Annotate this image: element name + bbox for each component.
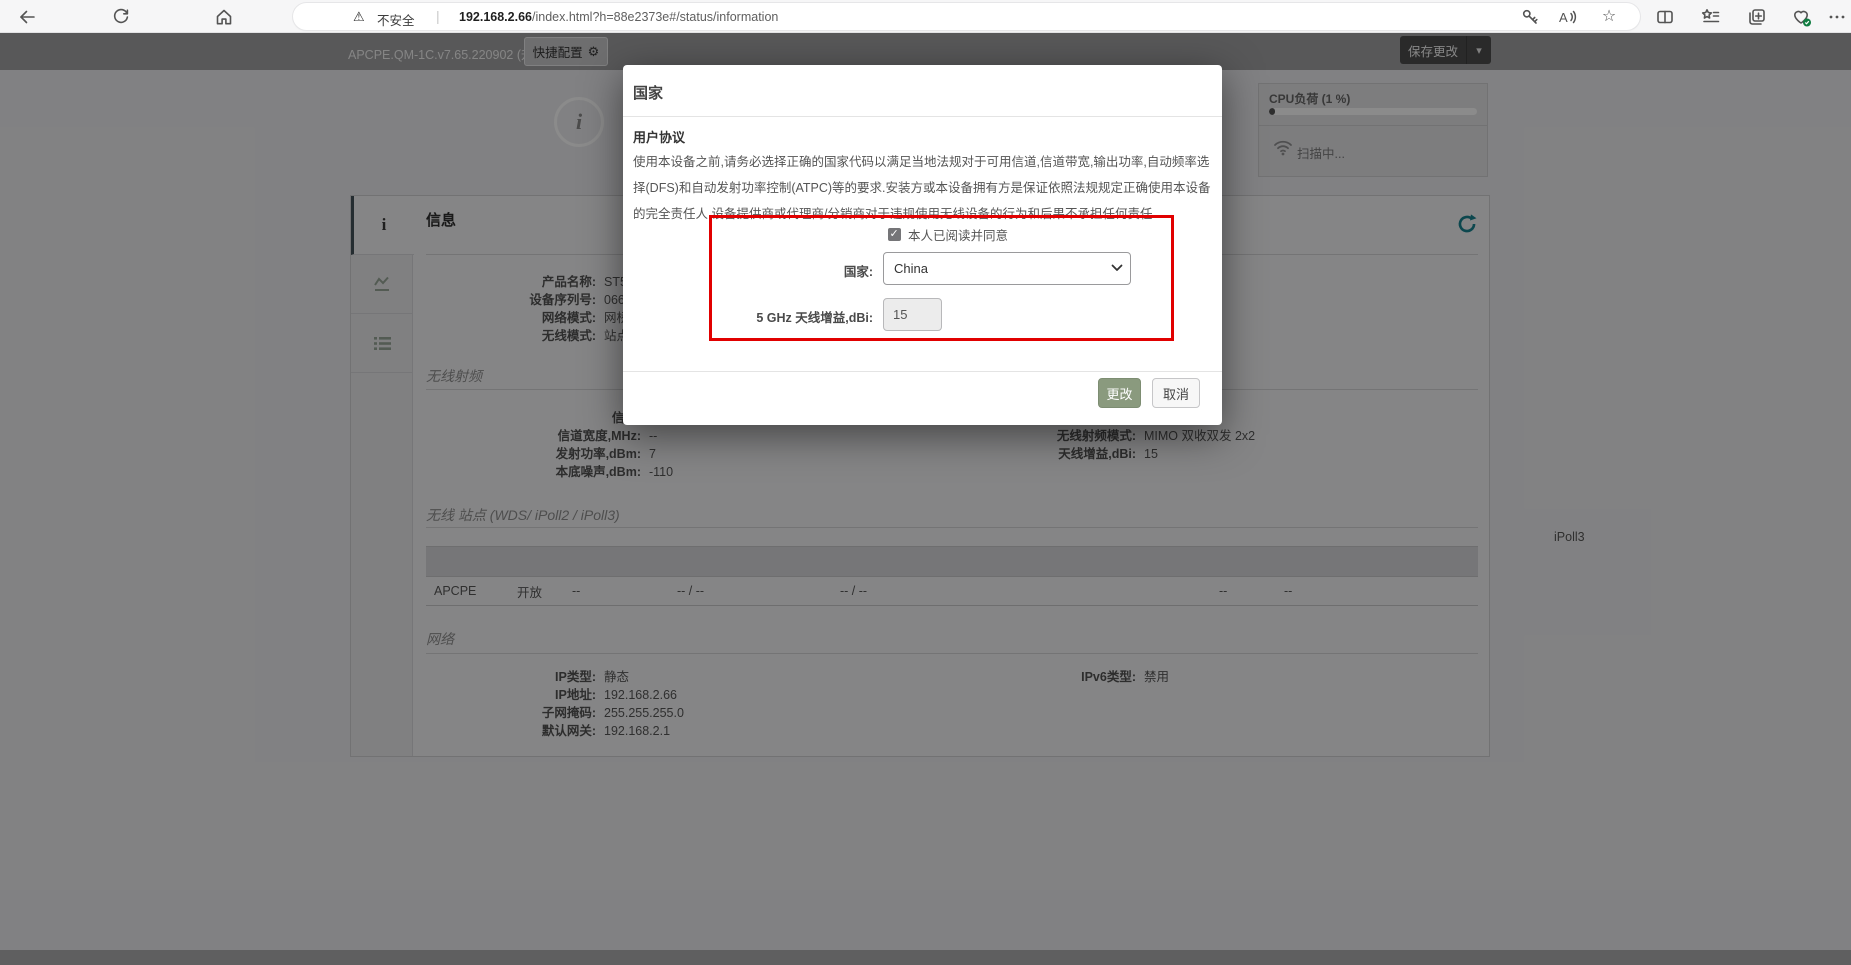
- dialog-header: 国家: [623, 65, 1222, 117]
- highlight-red-box: 本人已阅读并同意 国家: China 5 GHz 天线增益,dBi:: [709, 215, 1174, 341]
- read-aloud-button[interactable]: A: [1554, 4, 1580, 30]
- browser-toolbar: ⚠ 不安全 | 192.168.2.66/index.html?h=88e237…: [0, 0, 1851, 33]
- cancel-button[interactable]: 取消: [1152, 378, 1200, 408]
- antenna-gain-label: 5 GHz 天线增益,dBi:: [712, 307, 873, 326]
- dialog-title: 国家: [633, 82, 663, 103]
- favorites-list-icon: [1701, 7, 1721, 27]
- url-host: 192.168.2.66: [459, 10, 532, 24]
- antenna-gain-input[interactable]: [883, 298, 942, 331]
- url-text[interactable]: 192.168.2.66/index.html?h=88e2373e#/stat…: [459, 10, 778, 24]
- dialog-footer: 更改 取消: [623, 371, 1222, 425]
- favorites-bar-button[interactable]: [1698, 4, 1724, 30]
- password-manager-button[interactable]: [1517, 4, 1543, 30]
- agreement-heading: 用户协议: [633, 127, 685, 146]
- agree-checkbox-label: 本人已阅读并同意: [908, 225, 1008, 244]
- address-separator: |: [436, 8, 440, 24]
- home-button[interactable]: [211, 4, 237, 30]
- country-select[interactable]: China: [883, 252, 1131, 285]
- favorite-button[interactable]: ☆: [1596, 4, 1622, 30]
- browser-menu-button[interactable]: [1824, 4, 1850, 30]
- browser-refresh-icon: [111, 7, 131, 27]
- agree-checkbox[interactable]: [888, 228, 901, 241]
- split-screen-button[interactable]: [1652, 4, 1678, 30]
- not-secure-label: 不安全: [377, 10, 415, 29]
- home-icon: [214, 7, 234, 27]
- split-screen-icon: [1655, 7, 1675, 27]
- back-arrow-icon: [17, 7, 37, 27]
- svg-text:A: A: [1559, 10, 1568, 25]
- browser-essentials-button[interactable]: [1788, 4, 1814, 30]
- back-button[interactable]: [14, 4, 40, 30]
- change-button[interactable]: 更改: [1098, 378, 1141, 408]
- refresh-button[interactable]: [108, 4, 134, 30]
- address-bar[interactable]: ⚠ 不安全 | 192.168.2.66/index.html?h=88e237…: [293, 3, 1640, 30]
- heart-pulse-icon: [1791, 7, 1812, 27]
- url-path: /index.html?h=88e2373e#/status/informati…: [532, 10, 778, 24]
- not-secure-warning-icon: ⚠: [353, 9, 365, 25]
- collections-button[interactable]: [1744, 4, 1770, 30]
- read-aloud-icon: A: [1557, 7, 1577, 27]
- agree-row: 本人已阅读并同意: [888, 225, 1008, 244]
- collections-icon: [1747, 7, 1767, 27]
- star-icon: ☆: [1602, 9, 1616, 25]
- country-dialog: 国家 用户协议 使用本设备之前,请务必选择正确的国家代码以满足当地法规对于可用信…: [623, 65, 1222, 425]
- country-label: 国家:: [712, 261, 873, 280]
- key-icon: [1520, 7, 1540, 27]
- ellipsis-icon: [1827, 7, 1847, 27]
